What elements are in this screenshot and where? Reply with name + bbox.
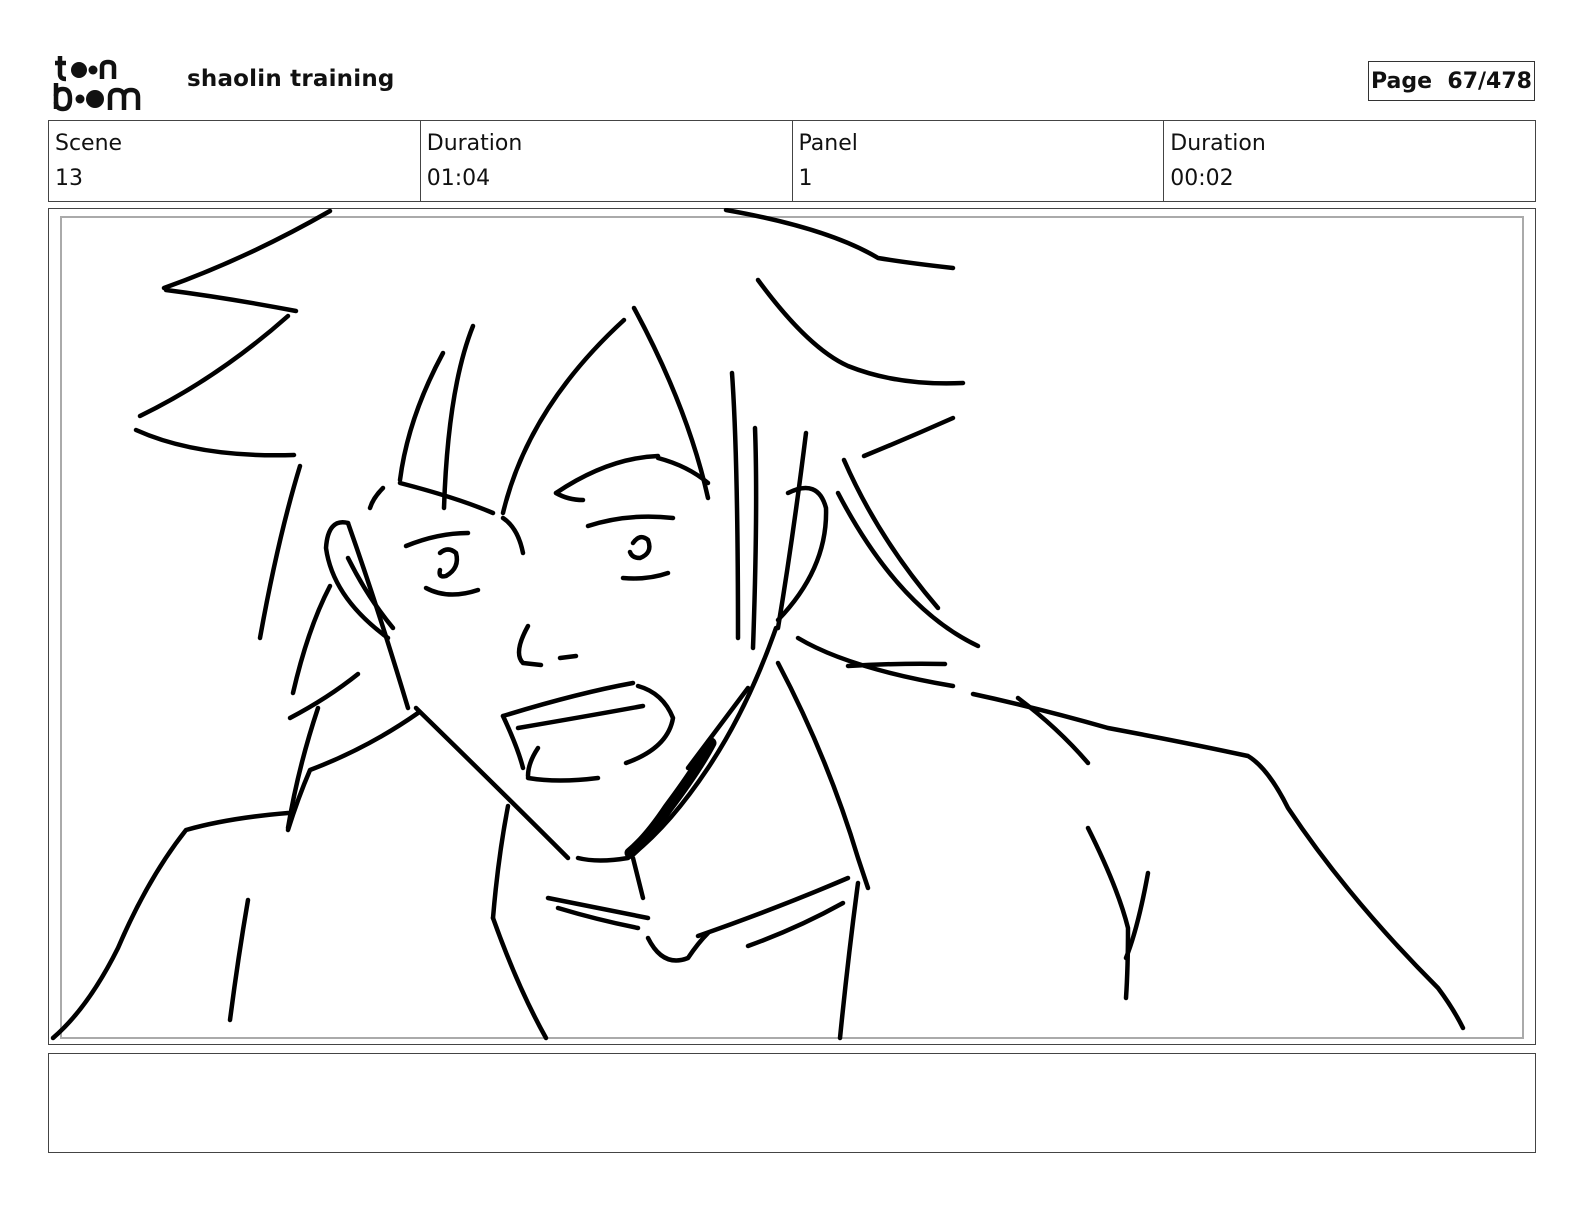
panel-notes [48, 1053, 1536, 1153]
panel-duration-label: Duration [1170, 131, 1266, 156]
panel-label: Panel [798, 131, 858, 156]
scene-value: 13 [55, 166, 83, 191]
page-label: Page [1371, 68, 1433, 94]
character-sketch-icon [50, 208, 1466, 1041]
project-title: shaolin training [187, 66, 395, 92]
scene-duration-cell: Duration 01:04 [421, 121, 793, 201]
toonboom-logo [53, 56, 141, 112]
panel-cell: Panel 1 [793, 121, 1165, 201]
page-number: 67/478 [1447, 68, 1532, 94]
panel-value: 1 [798, 166, 813, 191]
scene-duration-label: Duration [426, 131, 523, 156]
scene-label: Scene [55, 131, 123, 156]
page-indicator: Page 67/478 [1368, 61, 1535, 101]
panel-duration-value: 00:02 [1170, 166, 1234, 191]
panel-duration-cell: Duration 00:02 [1164, 121, 1535, 201]
scene-cell: Scene 13 [49, 121, 421, 201]
panel-info-grid: Scene 13 Duration 01:04 Panel 1 Duration… [48, 120, 1536, 202]
scene-duration-value: 01:04 [426, 166, 491, 191]
